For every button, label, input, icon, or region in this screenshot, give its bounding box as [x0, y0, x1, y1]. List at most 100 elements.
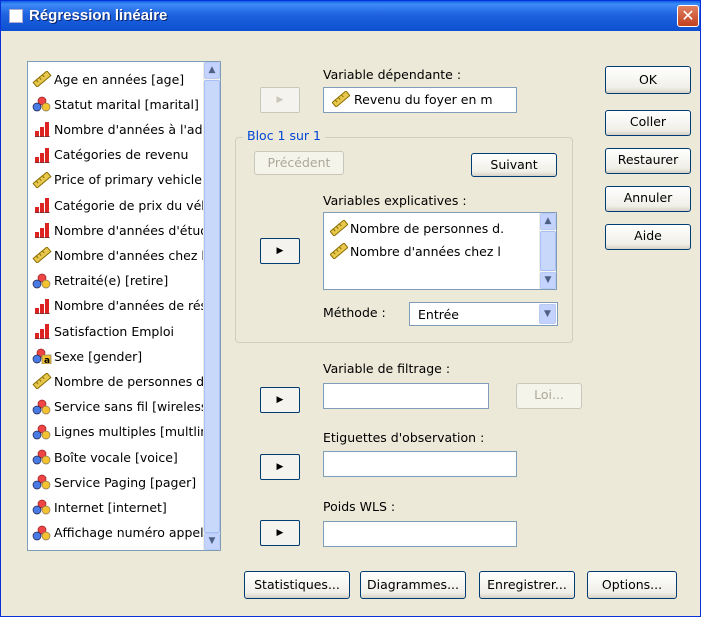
- list-item-label: Nombre d'années chez l'employeur: [54, 247, 204, 263]
- case-labels-field[interactable]: [323, 451, 517, 477]
- scroll-down-button[interactable]: ▼: [204, 533, 220, 550]
- list-item-label: Nombre de personnes dans le foyer: [54, 373, 204, 389]
- nominal-icon: [32, 474, 54, 490]
- list-item[interactable]: Affichage numéro appelant: [32, 522, 204, 544]
- method-label: Méthode :: [323, 305, 386, 320]
- scroll-thumb[interactable]: [204, 80, 220, 533]
- list-item-label: Satisfaction Emploi: [54, 323, 174, 339]
- list-item[interactable]: Nombre d'années de résidence: [32, 295, 204, 317]
- list-item-label: Affichage numéro appelant: [54, 525, 204, 541]
- list-item[interactable]: Internet [internet]: [32, 496, 204, 518]
- independent-variables-label: Variables explicatives :: [323, 193, 467, 208]
- save-button[interactable]: Enregistrer...: [479, 571, 575, 599]
- method-select[interactable]: Entrée ▼: [409, 302, 558, 326]
- wls-weight-field[interactable]: [323, 521, 517, 547]
- close-button[interactable]: ✕: [677, 5, 699, 27]
- svg-text:a: a: [44, 356, 50, 364]
- ordinal-icon: [32, 197, 54, 213]
- list-item[interactable]: Age en années [age]: [32, 68, 204, 90]
- rule-button[interactable]: Loi...: [516, 383, 582, 409]
- list-item[interactable]: Service sans fil [wireless]: [32, 396, 204, 418]
- independent-list-scrollbar[interactable]: ▲ ▼: [539, 213, 556, 289]
- linear-regression-dialog: Régression linéaire ✕ Age en années [age…: [0, 0, 701, 617]
- chevron-down-icon[interactable]: ▼: [539, 304, 556, 324]
- scale-icon: [330, 220, 348, 236]
- move-independent-button[interactable]: ▶: [260, 238, 300, 264]
- move-dependent-button[interactable]: ▶: [260, 87, 300, 113]
- nominal-icon: [32, 449, 54, 465]
- ordinal-icon: [32, 222, 54, 239]
- source-list-scrollbar[interactable]: ▲ ▼: [203, 62, 220, 550]
- list-item-label: Nombre d'années à l'adresse actuelle: [54, 121, 204, 137]
- list-item-label: Lignes multiples [multline]: [54, 424, 204, 440]
- window-title: Régression linéaire: [29, 7, 168, 24]
- next-button[interactable]: Suivant: [471, 153, 557, 177]
- statistics-button[interactable]: Statistiques...: [244, 571, 350, 599]
- list-item[interactable]: Boîte vocale [voice]: [32, 446, 204, 468]
- list-item-label: Price of primary vehicle: [54, 172, 202, 188]
- dependent-variable-field[interactable]: Revenu du foyer en m: [323, 87, 517, 113]
- list-item[interactable]: Retraité(e) [retire]: [32, 270, 204, 292]
- list-item[interactable]: Nombre de personnes dans le foyer: [32, 370, 204, 392]
- nominal-icon: [32, 273, 54, 289]
- list-item[interactable]: Nombre d'années chez l'employeur: [32, 244, 204, 266]
- paste-button[interactable]: Coller: [605, 110, 691, 136]
- scroll-thumb[interactable]: [540, 231, 556, 271]
- scroll-down-button[interactable]: ▼: [540, 272, 556, 289]
- list-item[interactable]: Nombre de personnes d.: [330, 217, 536, 239]
- ordinal-icon: [32, 323, 54, 339]
- list-item[interactable]: Nombre d'années d'études: [32, 219, 204, 241]
- list-item[interactable]: Catégories de revenu: [32, 144, 204, 166]
- title-bar[interactable]: Régression linéaire ✕: [1, 1, 700, 31]
- move-filter-button[interactable]: ▶: [260, 387, 300, 413]
- list-item[interactable]: Nombre d'années à l'adresse actuelle: [32, 118, 204, 140]
- previous-button[interactable]: Précédent: [254, 151, 344, 175]
- list-item-label: Statut marital [marital]: [54, 96, 199, 112]
- list-item-label: Catégorie de prix du véhicule: [54, 197, 204, 213]
- wls-weight-label: Poids WLS :: [323, 499, 396, 514]
- list-item-label: Internet [internet]: [54, 499, 167, 515]
- list-item[interactable]: Lignes multiples [multline]: [32, 421, 204, 443]
- window-icon: [9, 9, 23, 23]
- filter-variable-field[interactable]: [323, 383, 489, 409]
- ok-button[interactable]: OK: [605, 66, 691, 94]
- list-item[interactable]: a Sexe [gender]: [32, 345, 204, 367]
- scale-icon: [32, 171, 54, 188]
- case-labels-label: Etiguettes d'observation :: [323, 430, 485, 445]
- list-item-label: Service Paging [pager]: [54, 474, 197, 490]
- source-variable-list[interactable]: Age en années [age] Statut marital [marit…: [27, 61, 221, 551]
- list-item-label: Nombre de personnes d.: [350, 220, 505, 236]
- nominal-icon: [32, 499, 54, 515]
- scale-icon: [332, 91, 350, 107]
- scale-icon: [32, 71, 54, 87]
- scale-icon: [32, 247, 54, 264]
- nominal-string-icon: a: [32, 348, 54, 365]
- list-item-label: Retraité(e) [retire]: [54, 273, 169, 289]
- method-value: Entrée: [418, 307, 459, 322]
- list-item[interactable]: Price of primary vehicle: [32, 169, 204, 191]
- independent-variables-list[interactable]: Nombre de personnes d. Nombre d'années c…: [323, 212, 557, 290]
- list-item-label: Service sans fil [wireless]: [54, 399, 204, 415]
- help-button[interactable]: Aide: [605, 224, 691, 250]
- list-item[interactable]: Service Paging [pager]: [32, 471, 204, 493]
- plots-button[interactable]: Diagrammes...: [360, 571, 466, 599]
- list-item[interactable]: Statut marital [marital]: [32, 93, 204, 115]
- list-item-label: Nombre d'années chez l: [350, 243, 501, 259]
- reset-button[interactable]: Restaurer: [605, 148, 691, 174]
- list-item[interactable]: Catégorie de prix du véhicule: [32, 194, 204, 216]
- list-item[interactable]: Satisfaction Emploi: [32, 320, 204, 342]
- move-case-labels-button[interactable]: ▶: [260, 454, 300, 480]
- move-wls-button[interactable]: ▶: [260, 520, 300, 546]
- dependent-variable-label: Variable dépendante :: [323, 67, 462, 82]
- options-button[interactable]: Options...: [587, 571, 677, 599]
- list-item[interactable]: Nombre d'années chez l: [330, 240, 536, 262]
- ordinal-icon: [32, 298, 54, 314]
- ordinal-icon: [32, 147, 54, 163]
- ordinal-icon: [32, 121, 54, 138]
- nominal-icon: [32, 399, 54, 415]
- scroll-up-button[interactable]: ▲: [204, 62, 220, 79]
- cancel-button[interactable]: Annuler: [605, 186, 691, 212]
- block-title: Bloc 1 sur 1: [243, 128, 325, 143]
- filter-variable-label: Variable de filtrage :: [323, 361, 451, 376]
- scroll-up-button[interactable]: ▲: [540, 213, 556, 230]
